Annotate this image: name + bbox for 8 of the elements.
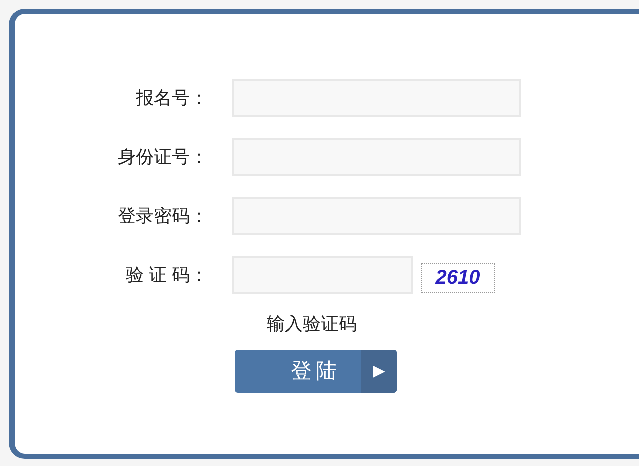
captcha-image: 2610	[421, 263, 495, 293]
field-label: 登录密码：	[117, 204, 208, 228]
caret-icon: ▶	[361, 350, 397, 393]
captcha-hint: 输入验证码	[267, 314, 357, 334]
login-button[interactable]: 登陆 ▶	[235, 350, 397, 393]
field-label: 报名号：	[135, 86, 208, 110]
field-label: 身份证号：	[117, 146, 208, 168]
field-label: 验 证 码：	[124, 264, 208, 286]
